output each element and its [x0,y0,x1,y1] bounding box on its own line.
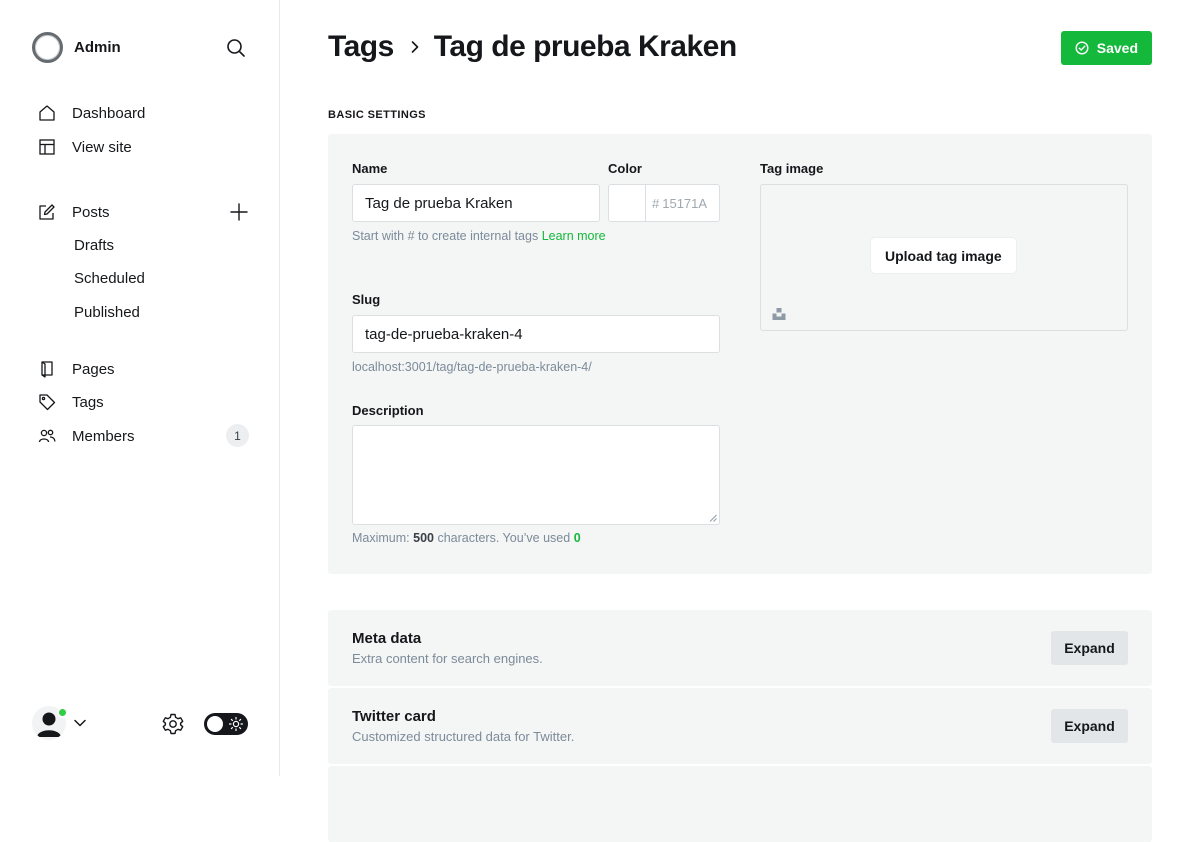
slug-url-preview: localhost:3001/tag/tag-de-prueba-kraken-… [352,360,592,374]
chevron-right-icon [408,40,422,54]
toggle-knob [207,716,223,732]
pencil-icon [38,203,56,221]
sidebar-item-pages[interactable]: Pages [38,357,115,381]
sidebar-item-dashboard[interactable]: Dashboard [38,101,145,125]
members-count-badge: 1 [226,424,249,447]
sidebar-item-label: Pages [72,360,115,378]
brand-name: Admin [74,39,121,56]
expand-meta-data-button[interactable]: Expand [1051,631,1128,665]
gear-icon[interactable] [161,712,185,736]
name-label: Name [352,161,388,176]
color-placeholder: 15171A [662,195,708,211]
sidebar-item-label: Tags [72,393,104,411]
counter-middle: characters. You’ve used [437,531,571,545]
section-subtitle: Extra content for search engines. [352,651,543,666]
sidebar-item-scheduled[interactable]: Scheduled [74,270,145,287]
sidebar-item-published[interactable]: Published [74,304,140,321]
basic-settings-panel: Name Tag de prueba Kraken Start with # t… [328,134,1152,574]
brand[interactable]: Admin [32,32,121,63]
description-textarea[interactable] [352,425,720,525]
sun-icon [228,716,244,732]
search-icon[interactable] [224,36,248,60]
chevron-down-icon[interactable] [73,716,87,730]
sidebar-item-tags[interactable]: Tags [38,390,104,414]
description-label: Description [352,403,424,418]
section-title: Meta data [352,630,422,647]
description-counter: Maximum: 500 characters. You’ve used 0 [352,528,581,548]
twitter-card-section: Twitter card Customized structured data … [328,688,1152,764]
learn-more-link[interactable]: Learn more [542,229,606,243]
home-icon [38,104,56,122]
slug-label: Slug [352,292,381,307]
users-icon [38,427,56,445]
facebook-card-section [328,766,1152,842]
sidebar-item-label: View site [72,138,132,156]
unsplash-icon[interactable] [772,307,786,321]
upload-tag-image-button[interactable]: Upload tag image [871,238,1016,273]
sidebar-item-label: Dashboard [72,104,146,122]
breadcrumb: Tags Tag de prueba Kraken [328,28,737,66]
meta-data-section: Meta data Extra content for search engin… [328,610,1152,686]
sidebar: Admin Dashboard View site Posts Drafts S… [0,0,280,776]
expand-twitter-card-button[interactable]: Expand [1051,709,1128,743]
counter-used: 0 [573,531,581,545]
section-label: BASIC SETTINGS [328,109,426,121]
theme-toggle[interactable] [204,713,248,735]
section-title: Twitter card [352,708,436,725]
slug-input[interactable]: tag-de-prueba-kraken-4 [352,315,720,353]
name-hint-text: Start with # to create internal tags [352,229,539,243]
site-logo [32,32,63,63]
counter-max: 500 [413,531,434,545]
name-input[interactable]: Tag de prueba Kraken [352,184,600,222]
main-content: Tags Tag de prueba Kraken Saved BASIC SE… [328,0,1152,842]
sidebar-item-drafts[interactable]: Drafts [74,237,114,254]
resize-grip-icon[interactable] [709,514,717,522]
sidebar-item-view-site[interactable]: View site [38,135,132,159]
save-button[interactable]: Saved [1060,31,1152,65]
save-button-label: Saved [1096,40,1138,56]
color-label: Color [608,161,642,176]
sidebar-item-label: Posts [72,203,110,221]
name-hint: Start with # to create internal tags Lea… [352,226,612,246]
color-hash: # [652,195,660,211]
color-input[interactable]: # 15171A [645,184,720,222]
check-circle-icon [1075,41,1089,55]
page-icon [38,360,56,378]
tag-image-dropzone[interactable]: Upload tag image [760,184,1128,331]
sidebar-item-posts[interactable]: Posts [38,200,110,224]
breadcrumb-tags-link[interactable]: Tags [328,30,394,64]
sidebar-item-members[interactable]: Members [38,424,135,448]
add-post-button[interactable] [228,201,250,223]
page-title: Tag de prueba Kraken [433,30,737,63]
layout-icon [38,138,56,156]
counter-prefix: Maximum: [352,531,410,545]
section-subtitle: Customized structured data for Twitter. [352,729,575,744]
online-status-dot [57,707,68,718]
tag-icon [38,393,56,411]
sidebar-item-label: Members [72,427,135,445]
tag-image-label: Tag image [760,161,824,176]
color-swatch[interactable] [608,184,646,222]
